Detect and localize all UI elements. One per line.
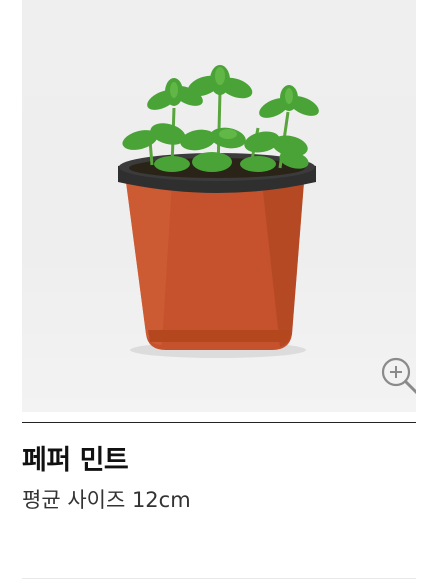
plant-pot-image (118, 65, 319, 358)
product-size: 평균 사이즈 12cm (22, 488, 191, 512)
zoom-in-icon[interactable] (380, 356, 416, 396)
product-detail: 페퍼 민트 평균 사이즈 12cm (0, 0, 430, 581)
section-divider (22, 578, 416, 579)
title-divider (22, 422, 416, 423)
product-title: 페퍼 민트 (22, 445, 129, 476)
product-photo[interactable] (22, 0, 416, 412)
